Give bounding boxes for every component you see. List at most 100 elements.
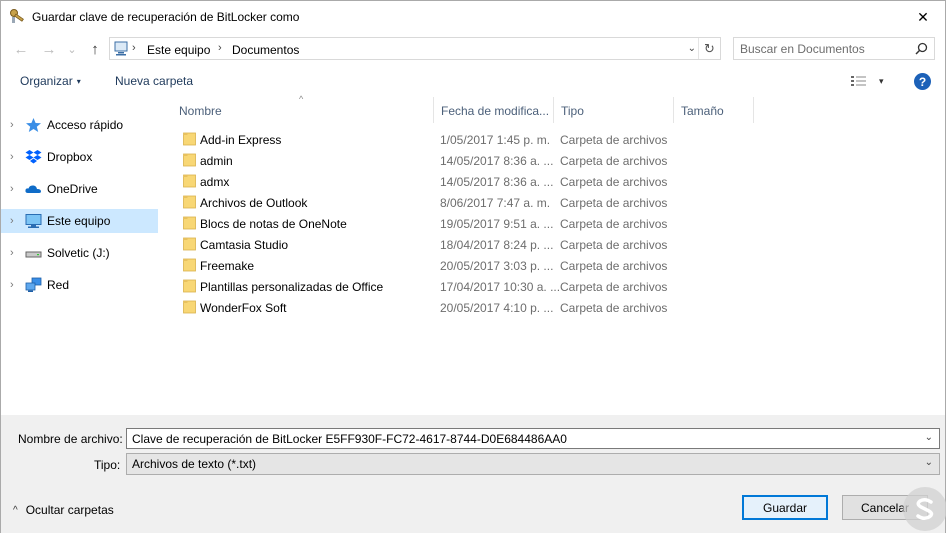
file-name: Archivos de Outlook	[200, 196, 308, 210]
chevron-down-icon[interactable]: ⌄	[688, 43, 696, 54]
sidebar-item-label: OneDrive	[47, 182, 98, 196]
save-dialog: Guardar clave de recuperación de BitLock…	[0, 0, 946, 533]
s-logo-icon	[916, 497, 934, 521]
file-type: Carpeta de archivos	[560, 133, 668, 147]
file-row[interactable]: Blocs de notas de OneNote 19/05/2017 9:51…	[171, 213, 945, 234]
file-date: 1/05/2017 1:45 p. m.	[440, 133, 551, 147]
file-row[interactable]: admx 14/05/2017 8:36 a. ... Carpeta de arc…	[171, 171, 945, 192]
file-date: 14/05/2017 8:36 a. ...	[440, 154, 554, 168]
sidebar-item-dropbox[interactable]: › Dropbox	[1, 145, 158, 169]
file-type: Carpeta de archivos	[560, 217, 668, 231]
chevron-right-icon[interactable]: ›	[10, 119, 14, 131]
hide-folders-label: Ocultar carpetas	[25, 503, 114, 517]
filename-field[interactable]	[132, 431, 912, 447]
address-bar[interactable]: › Este equipo › Documentos ⌄ ↻	[109, 37, 721, 60]
close-button[interactable]: ✕	[909, 5, 937, 29]
sidebar-item-quick-access[interactable]: › Acceso rápido	[1, 113, 158, 137]
command-bar: Organizar ▾ Nueva carpeta ▾ ?	[1, 67, 945, 95]
up-arrow-icon[interactable]: ↑	[86, 39, 104, 59]
folder-icon	[183, 237, 196, 251]
sidebar-item-onedrive[interactable]: › OneDrive	[1, 177, 158, 201]
file-name: admx	[200, 175, 230, 189]
navigation-pane: › Acceso rápido › Dropbox › OneDrive › E…	[1, 97, 171, 415]
change-view-button[interactable]: ▾	[851, 73, 891, 89]
column-divider[interactable]	[753, 97, 754, 123]
file-date: 8/06/2017 7:47 a. m.	[440, 196, 551, 210]
breadcrumb-separator: ›	[218, 42, 222, 54]
chevron-right-icon[interactable]: ›	[10, 151, 14, 163]
breadcrumb-separator: ›	[132, 42, 136, 54]
file-name: admin	[200, 154, 233, 168]
sidebar-item-solvetic-drive[interactable]: › Solvetic (J:)	[1, 241, 158, 265]
file-type: Carpeta de archivos	[560, 238, 668, 252]
file-type: Carpeta de archivos	[560, 196, 668, 210]
folder-icon	[183, 195, 196, 209]
file-type-select[interactable]: Archivos de texto (*.txt) ⌄	[126, 453, 940, 475]
star-icon	[26, 118, 41, 132]
sidebar-item-este-equipo[interactable]: › Este equipo	[1, 209, 158, 233]
network-icon	[25, 277, 42, 292]
file-date: 17/04/2017 10:30 a. ...	[440, 280, 561, 294]
chevron-right-icon[interactable]: ›	[10, 215, 14, 227]
file-type: Carpeta de archivos	[560, 175, 668, 189]
sidebar-item-label: Solvetic (J:)	[47, 246, 110, 260]
organize-label: Organizar	[20, 74, 73, 88]
breadcrumb-documentos[interactable]: Documentos	[232, 43, 299, 57]
organize-button[interactable]: Organizar ▾	[20, 74, 81, 88]
column-header-date[interactable]: Fecha de modifica...	[433, 97, 553, 123]
sidebar-item-label: Red	[47, 278, 70, 292]
sidebar-item-label: Este equipo	[47, 214, 111, 228]
save-button[interactable]: Guardar	[742, 495, 828, 520]
file-name: Plantillas personalizadas de Office	[200, 280, 384, 294]
close-icon: ✕	[917, 8, 929, 25]
chevron-down-icon: ⌄	[924, 457, 933, 468]
refresh-icon[interactable]: ↻	[698, 38, 720, 59]
file-row[interactable]: Archivos de Outlook 8/06/2017 7:47 a. m. C…	[171, 192, 945, 213]
sidebar-item-red[interactable]: › Red	[1, 273, 158, 297]
breadcrumb-este-equipo[interactable]: Este equipo	[147, 43, 210, 57]
drive-icon	[25, 251, 42, 258]
file-name: WonderFox Soft	[200, 301, 287, 315]
forward-arrow-icon[interactable]: →	[40, 39, 58, 59]
chevron-right-icon[interactable]: ›	[10, 279, 14, 291]
file-row[interactable]: Add-in Express 1/05/2017 1:45 p. m. Carpet…	[171, 129, 945, 150]
computer-icon	[114, 41, 128, 56]
caret-down-icon: ▾	[76, 77, 81, 86]
column-header-type[interactable]: Tipo	[553, 97, 673, 123]
navigation-bar: ← → ⌄ ↑ › Este equipo › Documentos ⌄ ↻	[1, 35, 945, 63]
recent-locations-icon[interactable]: ⌄	[63, 39, 81, 59]
title-bar: Guardar clave de recuperación de BitLock…	[1, 1, 945, 32]
file-row[interactable]: Freemake 20/05/2017 3:03 p. ... Carpeta de…	[171, 255, 945, 276]
help-button[interactable]: ?	[914, 73, 931, 90]
file-row[interactable]: WonderFox Soft 20/05/2017 4:10 p. ... Carp…	[171, 297, 945, 318]
hide-folders-button[interactable]: ^ Ocultar carpetas	[13, 503, 114, 517]
file-row[interactable]: Camtasia Studio 18/04/2017 8:24 p. ... Car…	[171, 234, 945, 255]
details-view-icon	[851, 76, 866, 86]
chevron-down-icon[interactable]: ⌄	[925, 432, 933, 443]
new-folder-button[interactable]: Nueva carpeta	[115, 74, 193, 88]
column-header-size[interactable]: Tamaño	[673, 97, 753, 123]
file-name: Blocs de notas de OneNote	[200, 217, 347, 231]
back-arrow-icon[interactable]: ←	[12, 39, 30, 59]
chevron-right-icon[interactable]: ›	[10, 247, 14, 259]
file-type: Carpeta de archivos	[560, 301, 668, 315]
caret-down-icon: ▾	[879, 75, 884, 86]
save-options-panel: Nombre de archivo: ⌄ Tipo: Archivos de t…	[1, 415, 945, 533]
chevron-right-icon[interactable]: ›	[10, 183, 14, 195]
bitlocker-key-icon	[10, 9, 24, 23]
cloud-icon	[25, 185, 41, 193]
file-type: Carpeta de archivos	[560, 259, 668, 273]
file-date: 20/05/2017 3:03 p. ...	[440, 259, 554, 273]
sidebar-item-label: Dropbox	[47, 150, 93, 164]
file-name: Freemake	[200, 259, 255, 273]
folder-icon	[183, 279, 196, 293]
search-input[interactable]	[740, 41, 910, 57]
column-header-name[interactable]: Nombre	[171, 97, 433, 123]
file-date: 18/04/2017 8:24 p. ...	[440, 238, 554, 252]
folder-icon	[183, 174, 196, 188]
file-date: 19/05/2017 9:51 a. ...	[440, 217, 554, 231]
file-row[interactable]: Plantillas personalizadas de Office 17/04…	[171, 276, 945, 297]
file-date: 20/05/2017 4:10 p. ...	[440, 301, 554, 315]
file-row[interactable]: admin 14/05/2017 8:36 a. ... Carpeta de ar…	[171, 150, 945, 171]
search-icon[interactable]	[915, 42, 928, 55]
